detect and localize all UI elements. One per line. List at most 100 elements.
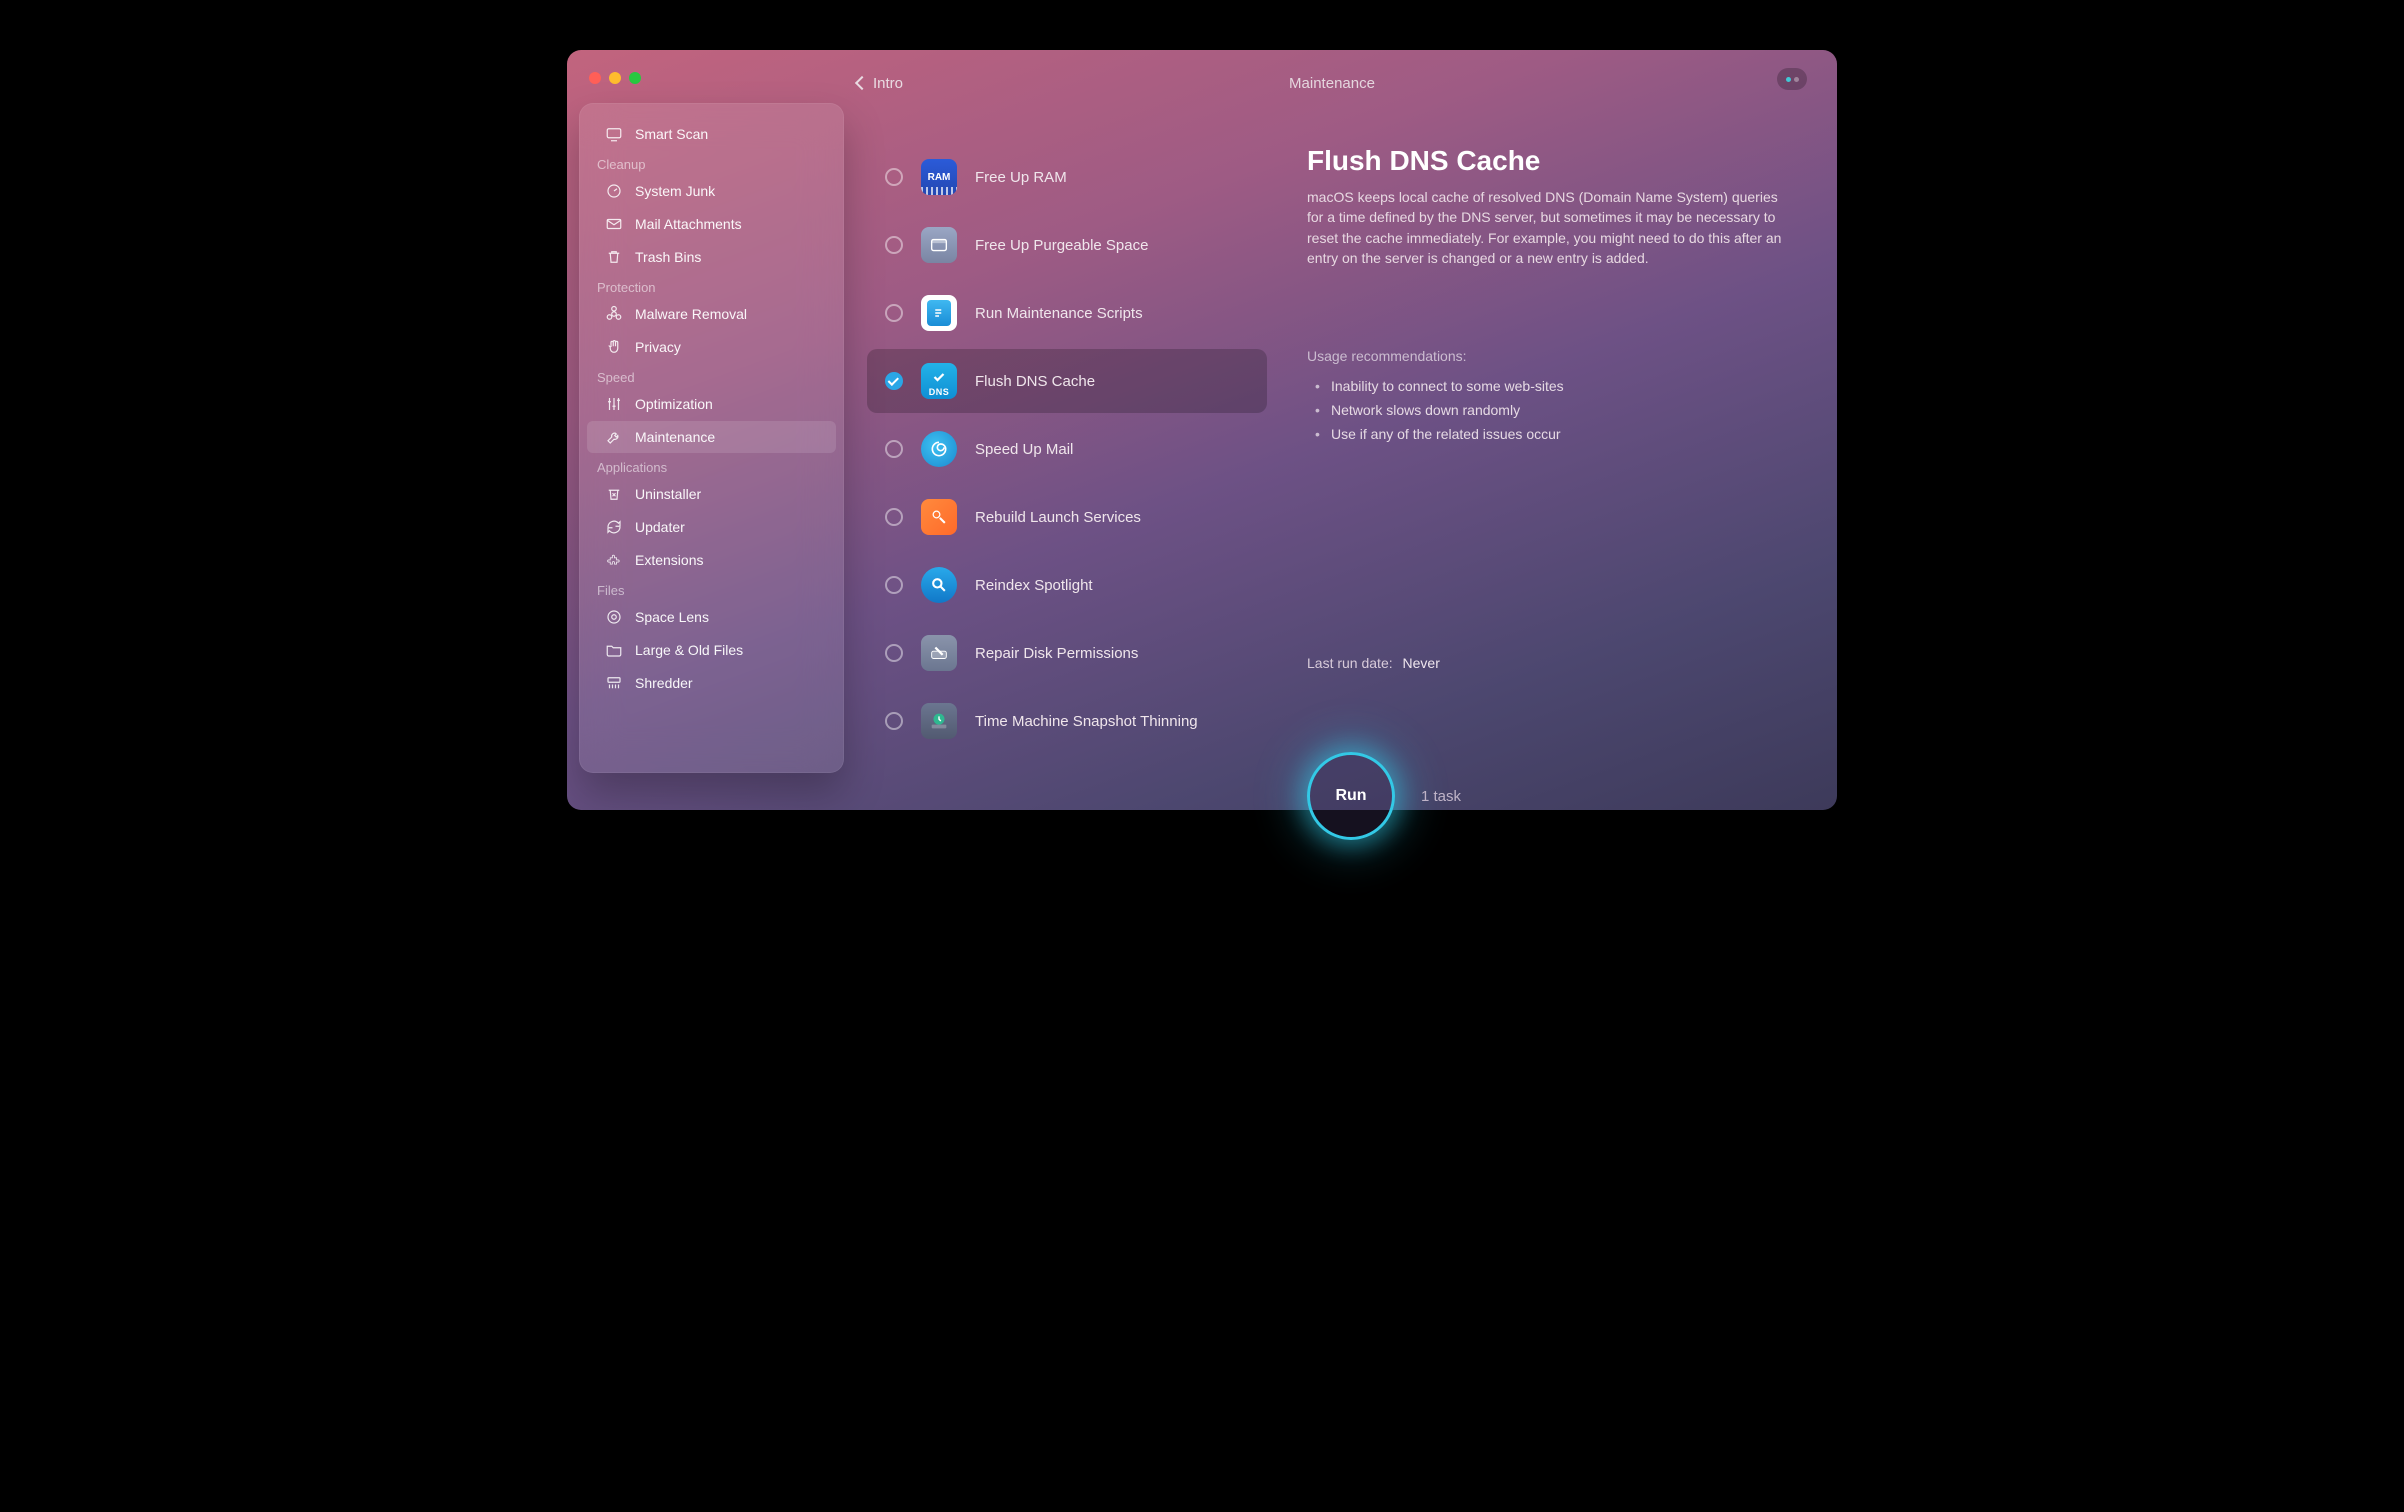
- sidebar-item-label: Large & Old Files: [635, 642, 743, 658]
- task-reindex-spotlight[interactable]: Reindex Spotlight: [867, 553, 1267, 617]
- back-label: Intro: [873, 75, 903, 92]
- gauge-icon: [605, 182, 623, 200]
- sidebar-item-label: System Junk: [635, 183, 715, 199]
- usage-list: Inability to connect to some web-sites N…: [1311, 374, 1797, 446]
- trash-icon: [605, 248, 623, 266]
- envelope-icon: [605, 215, 623, 233]
- refresh-icon: [605, 518, 623, 536]
- sidebar-section-speed: Speed: [579, 364, 844, 387]
- task-radio[interactable]: [885, 304, 903, 322]
- task-label: Free Up Purgeable Space: [975, 237, 1148, 254]
- hand-icon: [605, 338, 623, 356]
- sidebar-item-smart-scan[interactable]: Smart Scan: [587, 118, 836, 150]
- run-button[interactable]: Run: [1307, 752, 1395, 840]
- sidebar-item-label: Malware Removal: [635, 306, 747, 322]
- task-radio[interactable]: [885, 168, 903, 186]
- sidebar-item-label: Mail Attachments: [635, 216, 742, 232]
- task-flush-dns-cache[interactable]: DNS Flush DNS Cache: [867, 349, 1267, 413]
- disk-icon: [921, 227, 957, 263]
- sidebar-item-label: Optimization: [635, 396, 713, 412]
- task-time-machine-thinning[interactable]: Time Machine Snapshot Thinning: [867, 689, 1267, 753]
- task-label: Reindex Spotlight: [975, 577, 1093, 594]
- usage-item: Network slows down randomly: [1311, 398, 1797, 422]
- sidebar-item-large-old-files[interactable]: Large & Old Files: [587, 634, 836, 666]
- mail-spiral-icon: [921, 431, 957, 467]
- lens-icon: [605, 608, 623, 626]
- sidebar-item-label: Updater: [635, 519, 685, 535]
- sidebar-item-trash-bins[interactable]: Trash Bins: [587, 241, 836, 273]
- time-machine-icon: [921, 703, 957, 739]
- usage-item: Inability to connect to some web-sites: [1311, 374, 1797, 398]
- clipboard-icon: [921, 295, 957, 331]
- trash-x-icon: [605, 485, 623, 503]
- sidebar-item-label: Shredder: [635, 675, 693, 691]
- task-radio[interactable]: [885, 644, 903, 662]
- last-run-label: Last run date:: [1307, 655, 1393, 671]
- task-radio-checked[interactable]: [885, 372, 903, 390]
- task-repair-disk-permissions[interactable]: Repair Disk Permissions: [867, 621, 1267, 685]
- sidebar-section-files: Files: [579, 577, 844, 600]
- task-radio[interactable]: [885, 236, 903, 254]
- gear-wrench-icon: [921, 499, 957, 535]
- task-rebuild-launch-services[interactable]: Rebuild Launch Services: [867, 485, 1267, 549]
- task-radio[interactable]: [885, 508, 903, 526]
- last-run: Last run date: Never: [1307, 655, 1440, 671]
- sidebar-item-updater[interactable]: Updater: [587, 511, 836, 543]
- sidebar-item-label: Privacy: [635, 339, 681, 355]
- sidebar-item-extensions[interactable]: Extensions: [587, 544, 836, 576]
- biohazard-icon: [605, 305, 623, 323]
- sidebar-section-protection: Protection: [579, 274, 844, 297]
- detail-title: Flush DNS Cache: [1307, 145, 1797, 177]
- sidebar-item-label: Space Lens: [635, 609, 709, 625]
- task-label: Flush DNS Cache: [975, 373, 1095, 390]
- task-label: Speed Up Mail: [975, 441, 1073, 458]
- wrench-icon: [605, 428, 623, 446]
- sidebar-section-applications: Applications: [579, 454, 844, 477]
- detail-pane: Flush DNS Cache macOS keeps local cache …: [1307, 145, 1797, 446]
- page-title: Maintenance: [1289, 75, 1375, 92]
- status-pill[interactable]: [1777, 68, 1807, 90]
- detail-description: macOS keeps local cache of resolved DNS …: [1307, 187, 1787, 268]
- sidebar-item-malware-removal[interactable]: Malware Removal: [587, 298, 836, 330]
- task-run-maintenance-scripts[interactable]: Run Maintenance Scripts: [867, 281, 1267, 345]
- disk-wrench-icon: [921, 635, 957, 671]
- top-bar: Intro Maintenance: [857, 68, 1807, 98]
- sidebar-item-label: Extensions: [635, 552, 703, 568]
- sidebar-item-maintenance[interactable]: Maintenance: [587, 421, 836, 453]
- usage-heading: Usage recommendations:: [1307, 348, 1797, 364]
- dns-icon: DNS: [921, 363, 957, 399]
- chevron-left-icon: [855, 76, 869, 90]
- sidebar-item-mail-attachments[interactable]: Mail Attachments: [587, 208, 836, 240]
- task-radio[interactable]: [885, 712, 903, 730]
- puzzle-icon: [605, 551, 623, 569]
- run-area: Run 1 task: [1307, 752, 1461, 840]
- sidebar-item-uninstaller[interactable]: Uninstaller: [587, 478, 836, 510]
- sidebar-item-shredder[interactable]: Shredder: [587, 667, 836, 699]
- task-free-up-ram[interactable]: RAM Free Up RAM: [867, 145, 1267, 209]
- last-run-value: Never: [1403, 655, 1440, 671]
- task-radio[interactable]: [885, 440, 903, 458]
- usage-item: Use if any of the related issues occur: [1311, 422, 1797, 446]
- ram-icon: RAM: [921, 159, 957, 195]
- task-radio[interactable]: [885, 576, 903, 594]
- back-button[interactable]: Intro: [857, 75, 903, 92]
- close-icon[interactable]: [589, 72, 601, 84]
- sidebar-item-space-lens[interactable]: Space Lens: [587, 601, 836, 633]
- sidebar-item-label: Smart Scan: [635, 126, 708, 142]
- maximize-icon[interactable]: [629, 72, 641, 84]
- sidebar-item-label: Uninstaller: [635, 486, 701, 502]
- sidebar-item-label: Maintenance: [635, 429, 715, 445]
- task-speed-up-mail[interactable]: Speed Up Mail: [867, 417, 1267, 481]
- shredder-icon: [605, 674, 623, 692]
- sidebar-item-system-junk[interactable]: System Junk: [587, 175, 836, 207]
- sliders-icon: [605, 395, 623, 413]
- task-count: 1 task: [1421, 788, 1461, 805]
- sidebar-item-label: Trash Bins: [635, 249, 701, 265]
- sidebar-item-privacy[interactable]: Privacy: [587, 331, 836, 363]
- app-window: Intro Maintenance Smart Scan Cleanup Sys…: [567, 50, 1837, 810]
- task-label: Rebuild Launch Services: [975, 509, 1141, 526]
- window-controls: [589, 72, 641, 84]
- sidebar-item-optimization[interactable]: Optimization: [587, 388, 836, 420]
- minimize-icon[interactable]: [609, 72, 621, 84]
- task-free-up-purgeable-space[interactable]: Free Up Purgeable Space: [867, 213, 1267, 277]
